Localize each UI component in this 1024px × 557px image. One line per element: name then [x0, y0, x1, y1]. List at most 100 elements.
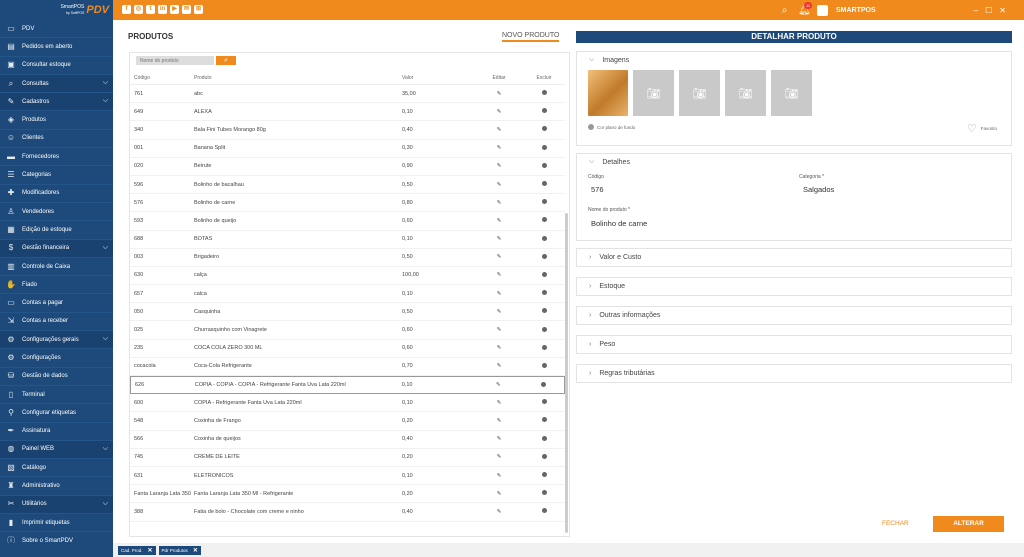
- maximize-icon[interactable]: ☐: [985, 6, 992, 15]
- sidebar-item-categorias[interactable]: ☰ Categorias: [0, 166, 113, 185]
- save-button[interactable]: ALTERAR: [933, 516, 1004, 532]
- table-row[interactable]: 003 Brigadeiro 0,50 ✎: [130, 249, 565, 267]
- sidebar-item-modificadores[interactable]: ✚ Modificadores: [0, 185, 113, 203]
- edit-button[interactable]: ✎: [475, 436, 523, 442]
- delete-button[interactable]: [523, 253, 565, 261]
- table-row[interactable]: 001 Banana Split 0,30 ✎: [130, 140, 565, 158]
- search-icon[interactable]: ⌕: [779, 5, 790, 16]
- delete-button[interactable]: [523, 108, 565, 115]
- edit-button[interactable]: ✎: [475, 309, 523, 315]
- table-row[interactable]: 566 Coxinha de queijos 0,40 ✎: [130, 431, 565, 449]
- delete-button[interactable]: [523, 453, 565, 461]
- table-row[interactable]: 548 Coxinha de Frango 0,20 ✎: [130, 412, 565, 431]
- section-header[interactable]: › Peso: [577, 336, 1011, 353]
- edit-button[interactable]: ✎: [474, 382, 522, 388]
- delete-button[interactable]: [523, 435, 565, 443]
- edit-button[interactable]: ✎: [475, 418, 523, 424]
- edit-button[interactable]: ✎: [475, 327, 523, 333]
- edit-button[interactable]: ✎: [475, 345, 523, 351]
- edit-button[interactable]: ✎: [475, 454, 523, 460]
- sidebar-item-terminal[interactable]: ▯ Terminal: [0, 386, 113, 405]
- edit-button[interactable]: ✎: [475, 509, 523, 515]
- product-name-field[interactable]: Bolinho de carne: [591, 219, 647, 228]
- sidebar-item-produtos[interactable]: ◈ Produtos: [0, 111, 113, 130]
- delete-button[interactable]: [523, 362, 565, 370]
- edit-button[interactable]: ✎: [475, 254, 523, 260]
- table-row[interactable]: 688 BOTAS 0,10 ✎: [130, 231, 565, 249]
- image-placeholder[interactable]: 📷︎: [771, 70, 812, 116]
- section-header[interactable]: › Regras tributárias: [577, 365, 1011, 382]
- sidebar-item-utilit-rios[interactable]: ✂ Utilitários ⌵: [0, 495, 113, 515]
- image-placeholder[interactable]: 📷︎: [633, 70, 674, 116]
- section-header[interactable]: › Outras informações: [577, 307, 1011, 324]
- close-icon[interactable]: ✕: [193, 547, 198, 554]
- sidebar-item-imprimir-etiquetas[interactable]: ▮ Imprimir etiquetas: [0, 514, 113, 533]
- table-row[interactable]: 649 ALEXA 0,10 ✎: [130, 103, 565, 122]
- bottom-tab[interactable]: Cad. Prod. ✕: [118, 545, 156, 555]
- delete-button[interactable]: [523, 271, 565, 279]
- table-row[interactable]: Fanta Laranja Lata 350 Fanta Laranja Lat…: [130, 485, 565, 504]
- sidebar-item-cat-logo[interactable]: ▧ Catálogo: [0, 459, 113, 478]
- table-row[interactable]: 025 Churrasquinho com Vinagrete 0,60 ✎: [130, 321, 565, 340]
- delete-button[interactable]: [523, 290, 565, 297]
- sidebar-item-painel-web[interactable]: ◍ Painel WEB ⌵: [0, 440, 113, 460]
- sidebar-item-administrativo[interactable]: ♜ Administrativo: [0, 477, 113, 496]
- sidebar-item-consultas[interactable]: ⌕ Consultas ⌵: [0, 74, 113, 94]
- edit-button[interactable]: ✎: [475, 400, 523, 406]
- sidebar-item-controle-de-caixa[interactable]: ▥ Controle de Caixa: [0, 258, 113, 277]
- search-input[interactable]: [136, 56, 214, 65]
- sidebar-item-fornecedores[interactable]: ▬ Fornecedores: [0, 148, 113, 167]
- favorite-toggle[interactable]: ♡ Favorito: [967, 122, 997, 135]
- sidebar-item-edi-o-de-estoque[interactable]: ▦ Edição de estoque: [0, 221, 113, 240]
- table-row[interactable]: 576 Bolinho de carne 0,80 ✎: [130, 194, 565, 213]
- sidebar-item-cadastros[interactable]: ✎ Cadastros ⌵: [0, 93, 113, 112]
- sidebar-item-gest-o-de-dados[interactable]: ⛁ Gestão de dados: [0, 368, 113, 386]
- youtube-icon[interactable]: ▶: [170, 5, 179, 14]
- sidebar-item-gest-o-financeira[interactable]: $ Gestão financeira ⌵: [0, 239, 113, 258]
- delete-button[interactable]: [522, 381, 564, 389]
- sidebar-item-consultar-estoque[interactable]: ▣ Consultar estoque: [0, 57, 113, 75]
- section-peso[interactable]: › Peso: [576, 335, 1012, 354]
- edit-button[interactable]: ✎: [475, 182, 523, 188]
- table-row[interactable]: 020 Beirute 0,90 ✎: [130, 158, 565, 176]
- images-header[interactable]: ⌵ Imagens: [577, 52, 1011, 68]
- delete-button[interactable]: [523, 126, 565, 133]
- sidebar-item-configura-es-gerais[interactable]: ⚙ Configurações gerais ⌵: [0, 331, 113, 350]
- code-field[interactable]: 576: [591, 185, 604, 194]
- image-placeholder[interactable]: 📷︎: [725, 70, 766, 116]
- delete-button[interactable]: [523, 399, 565, 406]
- edit-button[interactable]: ✎: [475, 236, 523, 242]
- table-row[interactable]: 626 COPIA - COPIA - COPIA - Refrigerante…: [130, 376, 565, 395]
- facebook-icon[interactable]: f: [122, 5, 131, 14]
- table-row[interactable]: 631 ELETRONICOS 0,10 ✎: [130, 467, 565, 486]
- delete-button[interactable]: [523, 508, 565, 515]
- delete-button[interactable]: [523, 490, 565, 497]
- section-header[interactable]: › Valor e Custo: [577, 249, 1011, 266]
- sidebar-item-pdv[interactable]: ▭ PDV: [0, 20, 113, 39]
- delete-button[interactable]: [523, 162, 565, 170]
- sidebar-item-sobre-o-smartpdv[interactable]: ⓘ Sobre o SmartPDV: [0, 532, 113, 543]
- twitter-icon[interactable]: t: [146, 5, 155, 14]
- gift-icon[interactable]: ⊞: [194, 5, 203, 14]
- delete-button[interactable]: [523, 308, 565, 315]
- delete-button[interactable]: [523, 417, 565, 424]
- edit-button[interactable]: ✎: [475, 473, 523, 479]
- table-row[interactable]: 593 Bolinho de queijo 0,60 ✎: [130, 212, 565, 231]
- category-field[interactable]: Salgados: [803, 185, 834, 194]
- close-icon[interactable]: ✕: [148, 547, 153, 554]
- edit-button[interactable]: ✎: [475, 291, 523, 297]
- scrollbar[interactable]: [565, 213, 568, 533]
- edit-button[interactable]: ✎: [475, 363, 523, 369]
- delete-button[interactable]: [523, 199, 565, 206]
- delete-button[interactable]: [523, 344, 565, 352]
- table-row[interactable]: 630 calça 100,00 ✎: [130, 267, 565, 286]
- section-outras-informa-es[interactable]: › Outras informações: [576, 306, 1012, 325]
- edit-button[interactable]: ✎: [475, 145, 523, 151]
- table-row[interactable]: 600 COPIA - Refrigerante Fanta Uva Lata …: [130, 394, 565, 413]
- edit-button[interactable]: ✎: [475, 272, 523, 278]
- delete-button[interactable]: [523, 181, 565, 188]
- sidebar-item-clientes[interactable]: ☺ Clientes: [0, 130, 113, 149]
- edit-button[interactable]: ✎: [475, 200, 523, 206]
- delete-button[interactable]: [523, 217, 565, 224]
- sidebar-item-pedidos-em-aberto[interactable]: ▤ Pedidos em aberto: [0, 38, 113, 57]
